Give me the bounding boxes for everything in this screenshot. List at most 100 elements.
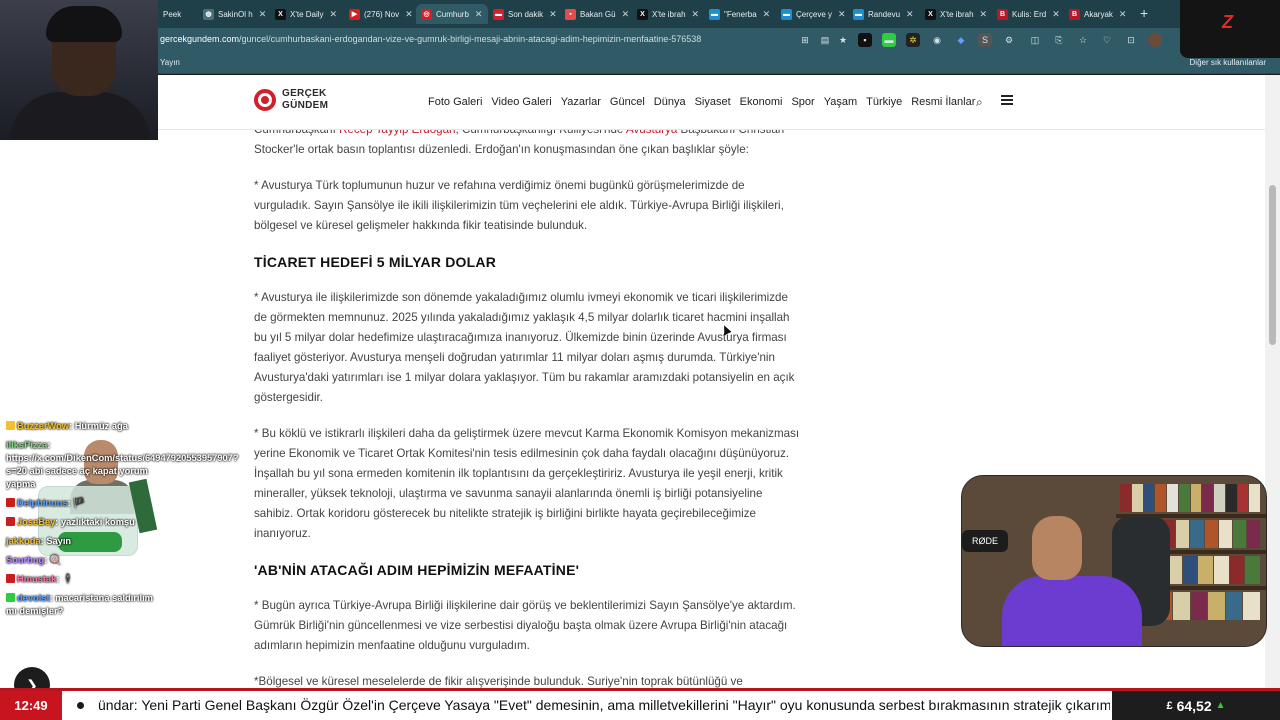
extension-icon[interactable]: ◉ [930,33,944,47]
chat-username[interactable]: iliksPizza [6,440,47,450]
chat-username[interactable]: Hmustak [17,574,56,584]
bookmark-other-favorites[interactable]: Diğer sık kullanılanlar [1190,58,1266,67]
chat-message: Hmustak: 🕴 [6,573,158,586]
new-tab-button[interactable]: + [1140,5,1148,21]
nav-siyaset[interactable]: Siyaset [695,96,731,108]
tab-x-ibrahim[interactable]: X X'te ibrah ✕ [632,4,704,24]
close-icon[interactable]: ✕ [259,9,267,20]
hamburger-menu-icon[interactable] [1001,95,1013,107]
tab-akaryakit[interactable]: B Akaryak ✕ [1064,4,1136,24]
article-paragraph: * Avusturya Türk toplumunun huzur ve ref… [254,179,784,232]
close-icon[interactable]: ✕ [405,9,413,20]
address-bar: gercekgundem.com/guncel/cumhurbaskani-er… [0,28,1280,52]
close-icon[interactable]: ✕ [906,9,914,20]
close-icon[interactable]: ✕ [622,9,630,20]
extensions-puzzle-icon[interactable]: ⚙ [1002,33,1016,47]
nav-yazarlar[interactable]: Yazarlar [561,96,601,108]
tab-youtube[interactable]: ▶ (276) Nov ✕ [344,4,416,24]
tab-sakinol[interactable]: ◍ SakinOl h ✕ [198,4,268,24]
nav-spor[interactable]: Spor [791,96,814,108]
close-icon[interactable]: ✕ [838,9,846,20]
close-icon[interactable]: ✕ [692,9,700,20]
extension-icon[interactable]: ◆ [954,33,968,47]
logo-mark-icon [254,89,276,111]
chat-username[interactable]: Delphinuus [17,498,68,508]
split-view-icon[interactable]: ◫ [1028,33,1042,47]
close-icon[interactable]: ✕ [330,9,338,20]
chat-username[interactable]: devoist [17,593,50,603]
tab-label: Akaryak [1084,9,1113,19]
chat-message: iliksPizza: https://x.com/DikenCom/statu… [6,440,239,489]
x-logo-icon: X [925,8,936,20]
webcam-overlay-top-left [0,0,158,140]
chat-message: Sourbug: 🍭 [6,555,62,565]
page-scrollbar[interactable] [1265,75,1280,688]
news-ticker: 12:49 ündar: Yeni Parti Genel Başkanı Öz… [0,688,1280,720]
chat-badge-icon [6,593,15,602]
b-logo-icon: B [1069,8,1080,20]
person-head [1032,516,1082,580]
favorites-icon[interactable]: ☆ [1076,33,1090,47]
close-icon[interactable]: ✕ [980,9,988,20]
extension-icon[interactable]: ▪ [858,33,872,47]
chat-badge-icon [6,517,15,526]
extension-icon[interactable]: S [978,33,992,47]
nav-dunya[interactable]: Dünya [654,96,686,108]
nav-guncel[interactable]: Güncel [610,96,645,108]
screenshot-icon[interactable]: ⊡ [1124,33,1138,47]
tab-cumhurbaskani-active[interactable]: ◎ Cumhurb ✕ [416,4,488,24]
tab-label: Kulis: Erd [1012,9,1047,19]
favorite-star-icon[interactable]: ★ [836,33,850,47]
tab-fenerbahce[interactable]: ▬ "Fenerba ✕ [704,4,776,24]
translate-icon[interactable]: ⊞ [798,33,812,47]
person-shirt [1002,576,1142,646]
logo-line: GERÇEK [282,88,327,99]
reader-icon[interactable]: ▤ [818,33,832,47]
chat-username[interactable]: BuzzerWow [17,421,69,431]
site-header: GERÇEK GÜNDEM Foto Galeri Video Galeri Ya… [0,75,1265,130]
tab-cerceve[interactable]: ▬ Çerçeve y ✕ [776,4,848,24]
chat-username[interactable]: JoseBey [17,517,55,527]
close-icon[interactable]: ✕ [763,9,771,20]
scrollbar-thumb[interactable] [1269,185,1276,345]
tab-x-daily[interactable]: X X'te Daily ✕ [270,4,342,24]
tab-kulis[interactable]: B Kulis: Erd ✕ [992,4,1064,24]
chat-text: Hürmüz ağa [74,421,128,431]
tab-x-ibrahim-2[interactable]: X X'te ibrah ✕ [920,4,992,24]
search-icon[interactable]: ⌕ [976,95,983,110]
performance-icon[interactable]: ♡ [1100,33,1114,47]
profile-avatar[interactable] [1148,33,1162,47]
tab-label: Çerçeve y [796,9,833,19]
article-paragraph: * Avusturya ile ilişkilerimizde son döne… [254,291,795,404]
price-value: 64,52 [1176,697,1212,714]
bookmark-yayin[interactable]: Yayın [160,58,180,67]
tab-randevu[interactable]: ▬ Randevu ✕ [848,4,920,24]
nav-foto-galeri[interactable]: Foto Galeri [428,96,482,108]
nav-turkiye[interactable]: Türkiye [866,96,902,108]
tab-son-dakika[interactable]: ▬ Son dakik ✕ [488,4,560,24]
tab-bakan[interactable]: ▪ Bakan Gü ✕ [560,4,632,24]
section-heading: 'AB'NİN ATACAĞI ADIM HEPİMİZİN MEFAATİNE… [254,562,580,578]
url-field[interactable]: gercekgundem.com/guncel/cumhurbaskani-er… [160,34,701,44]
tab-peek[interactable]: Peek [158,4,200,24]
extension-icon[interactable]: ✲ [906,33,920,47]
chat-text: Sayın [46,536,72,546]
site-logo[interactable]: GERÇEK GÜNDEM [254,88,328,112]
extension-icon[interactable]: ▬ [882,33,896,47]
youtube-icon: ▶ [349,8,360,20]
chat-text: yazlıktaki komşu [60,517,135,527]
close-icon[interactable]: ✕ [475,9,483,20]
nav-video-galeri[interactable]: Video Galeri [491,96,551,108]
chat-username[interactable]: jakkoda [6,536,41,546]
nav-yasam[interactable]: Yaşam [824,96,857,108]
nav-ekonomi[interactable]: Ekonomi [740,96,783,108]
section-heading: TİCARET HEDEFİ 5 MİLYAR DOLAR [254,254,497,270]
close-icon[interactable]: ✕ [1052,9,1060,20]
close-icon[interactable]: ✕ [549,9,557,20]
chat-username[interactable]: Sourbug [6,555,44,565]
close-icon[interactable]: ✕ [1119,9,1127,20]
collections-icon[interactable]: ⎘ [1052,33,1066,47]
article-paragraph: *Bölgesel ve küresel meselelerde de fiki… [254,675,743,688]
nav-resmi-ilanlar[interactable]: Resmi İlanlar [911,96,975,108]
tab-label: Peek [163,9,182,19]
